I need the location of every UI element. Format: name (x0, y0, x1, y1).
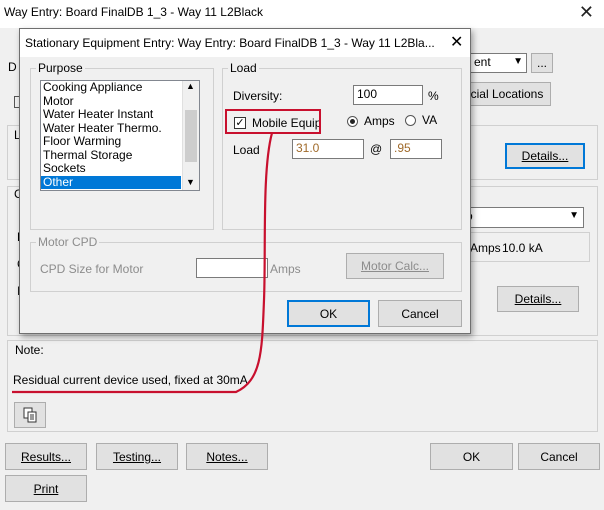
annotation-overlay (12, 132, 274, 394)
annotation-connector-line (12, 132, 274, 394)
